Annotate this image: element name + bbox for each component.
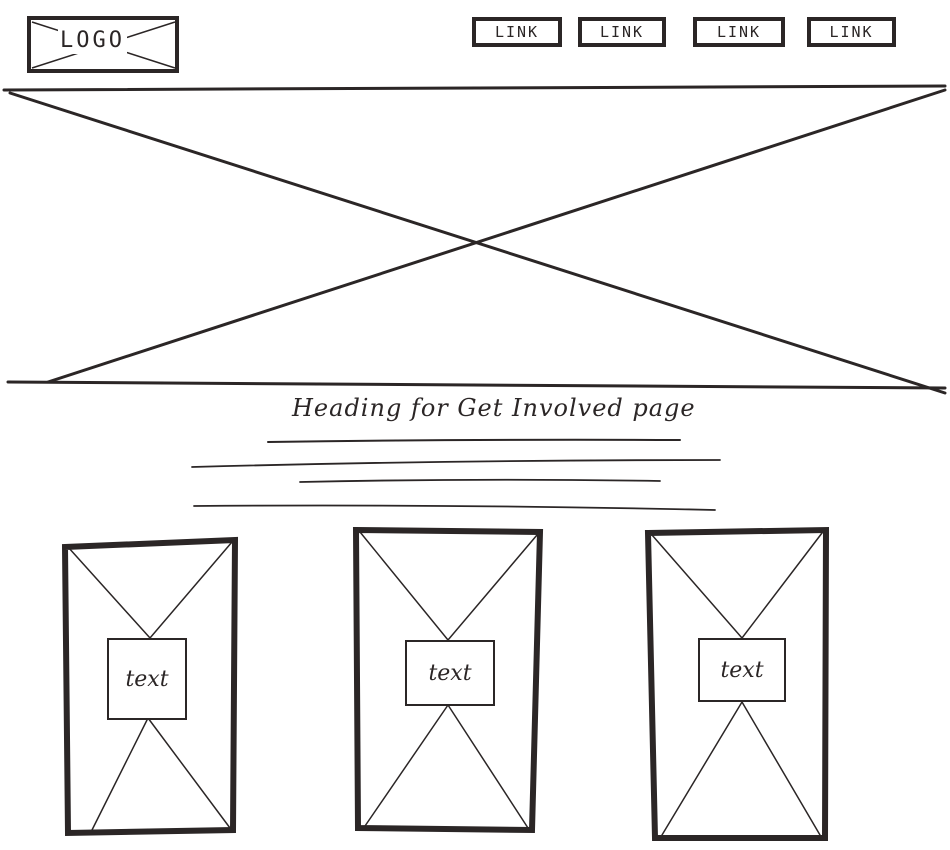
- nav-link-1[interactable]: LINK: [472, 17, 562, 47]
- card-2-text-box: text: [405, 640, 495, 706]
- card-3-text-box: text: [698, 638, 786, 702]
- heading-underline: [267, 438, 681, 443]
- paragraph-lines: [191, 459, 721, 511]
- page-heading: Heading for Get Involved page: [292, 394, 696, 422]
- nav-link-2[interactable]: LINK: [578, 17, 666, 47]
- nav-link-4[interactable]: LINK: [807, 17, 896, 47]
- nav-link-3[interactable]: LINK: [693, 17, 785, 47]
- card-1-text-box: text: [107, 638, 187, 720]
- wireframe-sketch: [2, 21, 947, 841]
- logo-label: LOGO: [58, 28, 127, 54]
- hero-image-placeholder: [2, 84, 947, 395]
